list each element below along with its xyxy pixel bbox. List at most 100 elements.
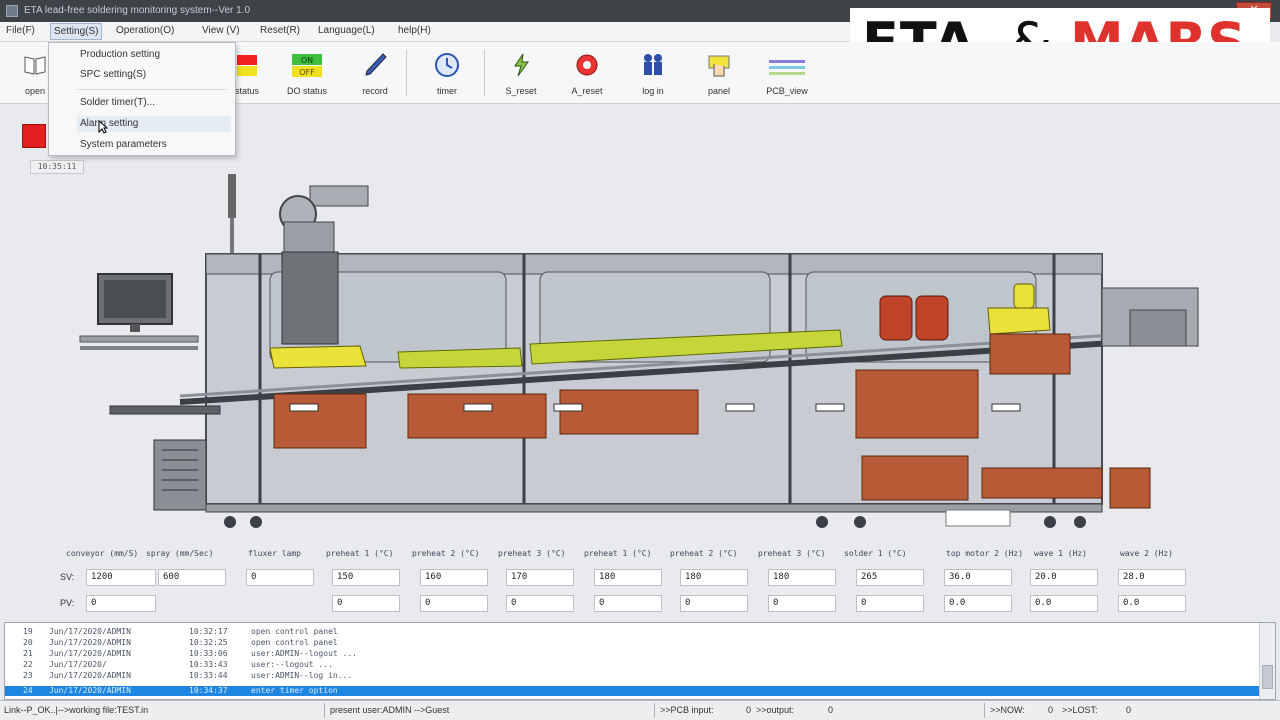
lightning-icon (508, 52, 534, 78)
log-no: 23 (23, 671, 33, 680)
sv-spray[interactable]: 600 (158, 569, 226, 586)
pv-preheat-1b: 0 (594, 595, 662, 612)
a-reset-button[interactable]: A_reset (558, 52, 616, 102)
parameter-panel: conveyor (mm/S) spray (mm/Sec) fluxer la… (0, 540, 1280, 622)
s-reset-button[interactable]: S_reset (492, 52, 550, 102)
sv-preheat-1b[interactable]: 180 (594, 569, 662, 586)
log-no: 21 (23, 649, 33, 658)
menu-operation[interactable]: Operation(O) (116, 25, 174, 36)
pen-icon (362, 52, 388, 78)
status-lights-icon (234, 52, 260, 78)
log-row[interactable]: 22 Jun/17/2020/ 10:33:43 user:--logout .… (5, 660, 1259, 670)
do-status-button[interactable]: ON OFF DO status (278, 52, 336, 102)
param-header: preheat 1 (°C) (326, 549, 394, 558)
log-message: user:ADMIN--logout ... (251, 649, 357, 658)
do-status-label: DO status (286, 86, 327, 96)
sv-preheat-1[interactable]: 150 (332, 569, 400, 586)
log-row-selected[interactable]: 24 Jun/17/2020/ADMIN 10:34:37 enter time… (5, 686, 1259, 696)
now-value: 0 (1048, 705, 1054, 715)
panel-button[interactable]: panel (690, 52, 748, 102)
menu-setting[interactable]: Setting(S) (50, 23, 103, 40)
s-reset-label: S_reset (505, 86, 537, 96)
sv-top-motor-2[interactable]: 36.0 (944, 569, 1012, 586)
dropdown-separator (77, 89, 227, 90)
menu-language[interactable]: Language(L) (318, 25, 375, 36)
menu-alarm-setting[interactable]: Alarm setting (80, 118, 138, 129)
log-message: user:--logout ... (251, 660, 333, 669)
a-reset-label: A_reset (571, 86, 603, 96)
pv-preheat-1: 0 (332, 595, 400, 612)
sv-preheat-2b[interactable]: 180 (680, 569, 748, 586)
menu-spc-setting[interactable]: SPC setting(S) (80, 69, 146, 80)
log-row[interactable]: 19 Jun/17/2020/ADMIN 10:32:17 open contr… (5, 627, 1259, 637)
clock-icon (434, 52, 460, 78)
timer-label: timer (437, 86, 457, 96)
do-off-text: OFF (299, 68, 315, 77)
log-no: 19 (23, 627, 33, 636)
sv-wave-2[interactable]: 28.0 (1118, 569, 1186, 586)
menu-view[interactable]: View (V) (202, 25, 240, 36)
status-separator (324, 703, 325, 718)
menu-reset[interactable]: Reset(R) (260, 25, 300, 36)
sv-preheat-3b[interactable]: 180 (768, 569, 836, 586)
param-header: preheat 2 (°C) (412, 549, 480, 558)
book-icon (22, 52, 48, 78)
sv-fluxer-lamp[interactable]: 0 (246, 569, 314, 586)
lost-value: 0 (1126, 705, 1132, 715)
pv-label: PV: (60, 598, 75, 608)
sv-label: SV: (60, 572, 75, 582)
log-message: enter timer option (251, 686, 338, 695)
pv-solder-1: 0 (856, 595, 924, 612)
log-scrollbar[interactable] (1259, 623, 1275, 699)
menu-file[interactable]: File(F) (6, 25, 35, 36)
pv-preheat-3b: 0 (768, 595, 836, 612)
log-no: 20 (23, 638, 33, 647)
sv-solder-1[interactable]: 265 (856, 569, 924, 586)
log-in-button[interactable]: log in (624, 52, 682, 102)
log-no: 24 (23, 686, 33, 695)
sv-wave-1[interactable]: 20.0 (1030, 569, 1098, 586)
sv-preheat-3[interactable]: 170 (506, 569, 574, 586)
log-date: Jun/17/2020/ADMIN (49, 627, 131, 636)
pv-wave-1: 0.0 (1030, 595, 1098, 612)
pcb-view-label: PCB_view (766, 86, 808, 96)
lost-label: >>LOST: (1062, 705, 1098, 715)
log-row[interactable]: 20 Jun/17/2020/ADMIN 10:32:25 open contr… (5, 638, 1259, 648)
pcb-view-button[interactable]: PCB_view (758, 52, 816, 102)
status-separator (984, 703, 985, 718)
param-header: preheat 3 (°C) (758, 549, 826, 558)
log-message: open control panel (251, 638, 338, 647)
status-separator (654, 703, 655, 718)
log-date: Jun/17/2020/ADMIN (49, 638, 131, 647)
param-header: wave 2 (Hz) (1120, 549, 1173, 558)
log-row[interactable]: 23 Jun/17/2020/ADMIN 10:33:44 user:ADMIN… (5, 671, 1259, 681)
log-date: Jun/17/2020/ADMIN (49, 686, 131, 695)
alarm-reset-icon (574, 52, 600, 78)
pcb-input-label: >>PCB input: (660, 705, 714, 715)
param-header: solder 1 (°C) (844, 549, 907, 558)
window-title: ETA lead-free soldering monitoring syste… (24, 5, 251, 16)
menu-system-parameters[interactable]: System parameters (80, 139, 167, 150)
record-label: record (362, 86, 388, 96)
log-time: 10:33:06 (189, 649, 228, 658)
menu-help[interactable]: help(H) (398, 25, 431, 36)
log-date: Jun/17/2020/ADMIN (49, 671, 131, 680)
do-on-text: ON (301, 56, 313, 65)
on-off-icon: ON OFF (290, 52, 324, 78)
pv-preheat-2: 0 (420, 595, 488, 612)
log-row[interactable]: 21 Jun/17/2020/ADMIN 10:33:06 user:ADMIN… (5, 649, 1259, 659)
link-status: Link--P_OK..|-->working file:TEST.in (4, 705, 149, 715)
menu-production-setting[interactable]: Production setting (80, 49, 160, 60)
record-button[interactable]: record (346, 52, 404, 102)
sv-preheat-2[interactable]: 160 (420, 569, 488, 586)
mouse-cursor-icon (98, 119, 109, 134)
scroll-thumb[interactable] (1262, 665, 1273, 689)
event-log[interactable]: 19 Jun/17/2020/ADMIN 10:32:17 open contr… (4, 622, 1276, 700)
param-header: top motor 2 (Hz) (946, 549, 1024, 558)
panel-label: panel (707, 86, 731, 96)
menu-solder-timer[interactable]: Solder timer(T)... (80, 97, 155, 108)
timer-button[interactable]: timer (418, 52, 476, 102)
sv-conveyor[interactable]: 1200 (86, 569, 156, 586)
log-date: Jun/17/2020/ (49, 660, 107, 669)
output-value: 0 (828, 705, 834, 715)
